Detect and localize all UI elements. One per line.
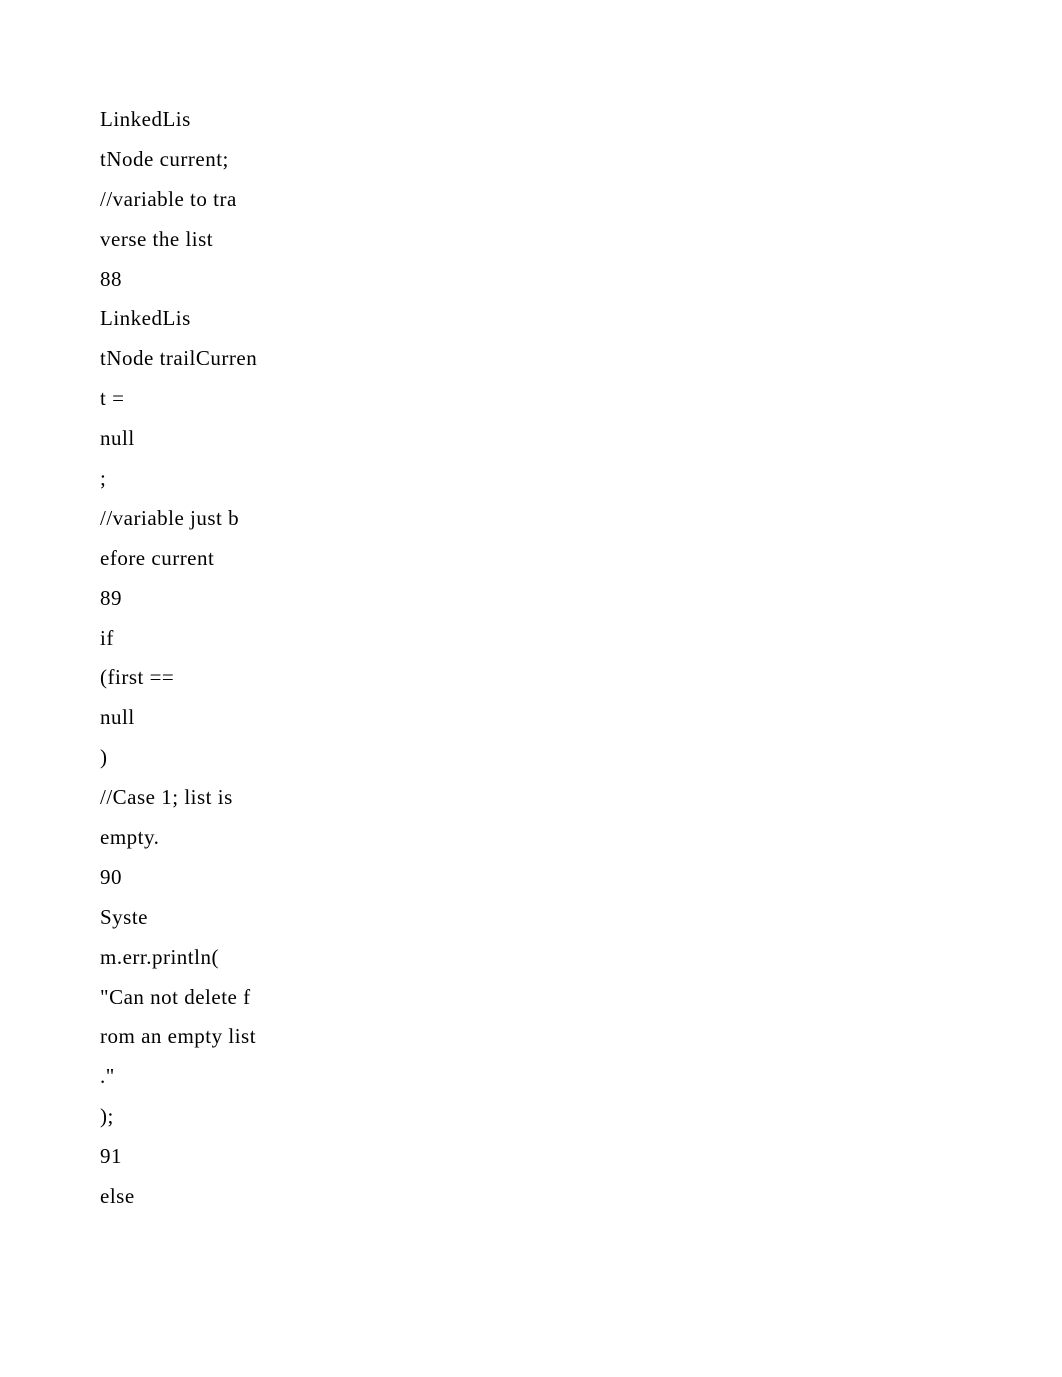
code-line: rom an empty list [100, 1017, 962, 1057]
code-line: ) [100, 738, 962, 778]
code-line: ; [100, 459, 962, 499]
code-line: Syste [100, 898, 962, 938]
code-line: //variable just b [100, 499, 962, 539]
code-line: ); [100, 1097, 962, 1137]
code-line: "Can not delete f [100, 978, 962, 1018]
code-line: (first == [100, 658, 962, 698]
code-line: ." [100, 1057, 962, 1097]
code-line: empty. [100, 818, 962, 858]
code-line: null [100, 698, 962, 738]
code-line: 89 [100, 579, 962, 619]
document-page: LinkedLis tNode current; //variable to t… [0, 0, 1062, 1317]
code-line: 90 [100, 858, 962, 898]
code-line: LinkedLis [100, 299, 962, 339]
code-line: else [100, 1177, 962, 1217]
code-line: 88 [100, 260, 962, 300]
code-line: tNode trailCurren [100, 339, 962, 379]
code-line: //Case 1; list is [100, 778, 962, 818]
code-line: //variable to tra [100, 180, 962, 220]
code-line: LinkedLis [100, 100, 962, 140]
code-line: t = [100, 379, 962, 419]
code-line: null [100, 419, 962, 459]
code-line: m.err.println( [100, 938, 962, 978]
code-line: if [100, 619, 962, 659]
code-line: tNode current; [100, 140, 962, 180]
code-line: efore current [100, 539, 962, 579]
code-line: verse the list [100, 220, 962, 260]
code-line: 91 [100, 1137, 962, 1177]
